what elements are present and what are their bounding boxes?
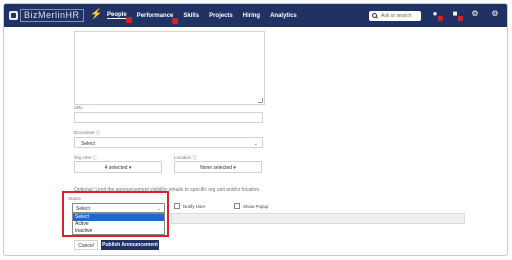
notify-user-checkbox[interactable]: Notify User [174, 203, 205, 209]
notification-badge [438, 16, 443, 21]
status-select-value: Select [76, 206, 90, 212]
nav-item-hiring[interactable]: Hiring [243, 13, 260, 19]
notification-badge [125, 17, 132, 23]
popup-options-bar [171, 213, 465, 224]
org-unit-value: 4 selected ▾ [104, 165, 132, 171]
show-popup-checkbox[interactable]: Show Popup [234, 203, 269, 209]
logo-icon [9, 11, 18, 20]
document-label: Document ⓘ [74, 130, 101, 135]
gear-icon[interactable]: ⚙ [491, 10, 499, 18]
cancel-button[interactable]: Cancel [74, 240, 98, 250]
url-input[interactable] [74, 112, 263, 123]
location-multiselect[interactable]: None selected ▾ [174, 161, 262, 173]
notify-user-label: Notify User [183, 203, 206, 209]
checkbox-box[interactable] [234, 203, 240, 209]
document-select[interactable]: Select ⌄ [74, 137, 263, 148]
status-option-select[interactable]: Select [73, 214, 164, 221]
publish-announcement-button[interactable]: Publish Announcement [101, 240, 159, 250]
graduation-cap-icon[interactable]: ▲ [411, 10, 419, 18]
notification-badge [172, 17, 179, 24]
search-placeholder: Ask or search [381, 13, 412, 19]
resize-handle[interactable] [258, 98, 263, 103]
inbox-icon[interactable]: ■ [451, 10, 463, 21]
checkbox-box[interactable] [174, 203, 180, 209]
show-popup-label: Show Popup [243, 203, 269, 209]
logo-text: BizMerlinHR [20, 9, 84, 22]
url-label: URL [74, 105, 84, 110]
main-nav: People Performance Skills Projects Hirin… [107, 4, 297, 27]
nav-item-skills[interactable]: Skills [183, 13, 199, 19]
status-highlight-box: Status Select ⌄ Select Active Inactive [62, 191, 169, 237]
status-select[interactable]: Select ⌄ [72, 203, 165, 213]
user-icon[interactable]: ● [431, 10, 443, 21]
app-window: BizMerlinHR ⚡ People Performance Skills … [3, 3, 508, 256]
location-value: None selected ▾ [200, 165, 236, 171]
document-select-value: Select [81, 141, 95, 147]
notification-badge [458, 16, 463, 21]
announcement-textarea[interactable] [74, 31, 265, 105]
search-icon [372, 13, 378, 19]
settings-icon[interactable]: ⚙ [471, 10, 479, 18]
status-option-inactive[interactable]: Inactive [73, 228, 164, 235]
nav-item-performance[interactable]: Performance [137, 13, 179, 24]
nav-item-people[interactable]: People [107, 12, 132, 23]
top-navigation-bar: BizMerlinHR ⚡ People Performance Skills … [4, 4, 507, 27]
status-option-active[interactable]: Active [73, 221, 164, 228]
lightning-icon[interactable]: ⚡ [90, 9, 102, 20]
org-unit-multiselect[interactable]: 4 selected ▾ [74, 161, 162, 173]
chevron-down-icon: ⌄ [156, 206, 161, 212]
status-label: Status [68, 196, 81, 201]
top-icons: ▲ ● ■ ⚙ ⚙ [411, 10, 499, 21]
nav-item-projects[interactable]: Projects [209, 13, 233, 19]
status-dropdown-list: Select Active Inactive [72, 213, 165, 235]
chevron-down-icon: ⌄ [253, 141, 258, 147]
nav-item-analytics[interactable]: Analytics [270, 13, 297, 19]
logo[interactable]: BizMerlinHR [9, 9, 84, 22]
